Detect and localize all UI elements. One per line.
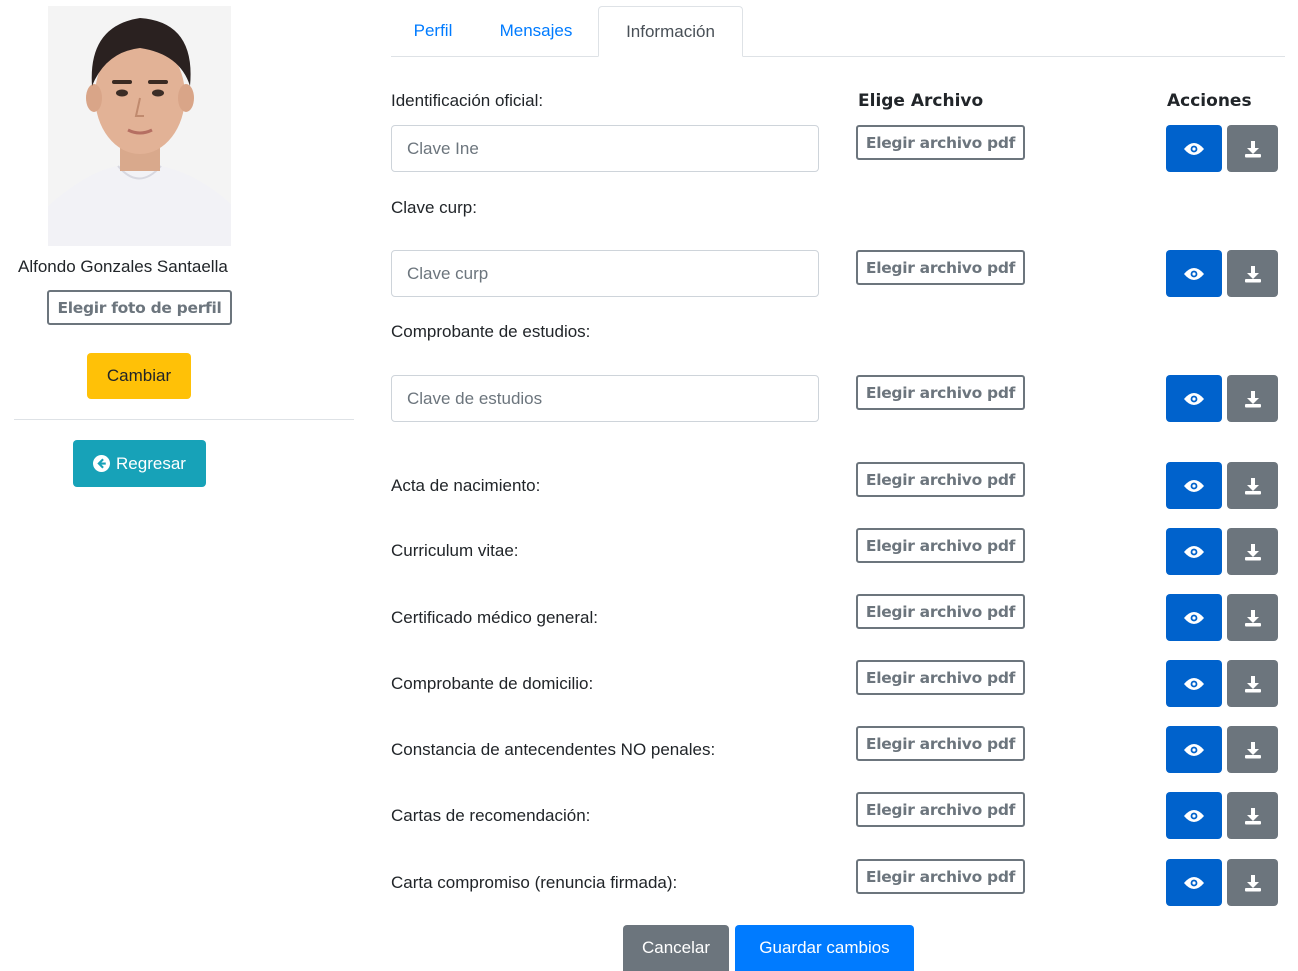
download-button[interactable]: [1227, 859, 1278, 906]
download-icon: [1244, 265, 1261, 282]
view-button[interactable]: [1166, 660, 1222, 707]
eye-icon: [1184, 611, 1204, 624]
download-icon: [1244, 543, 1261, 560]
doc-label-carta-compromiso: Carta compromiso (renuncia firmada):: [391, 873, 678, 892]
download-icon: [1244, 807, 1261, 824]
download-icon: [1244, 140, 1261, 157]
doc-label-curriculum: Curriculum vitae:: [391, 541, 519, 560]
choose-pdf-button[interactable]: Elegir archivo pdf: [856, 594, 1025, 629]
tab-informacion[interactable]: Información: [598, 6, 743, 57]
tab-mensajes[interactable]: Mensajes: [481, 6, 591, 56]
tab-perfil[interactable]: Perfil: [397, 6, 469, 56]
eye-icon: [1184, 479, 1204, 492]
view-button[interactable]: [1166, 462, 1222, 509]
download-button[interactable]: [1227, 792, 1278, 839]
choose-pdf-button[interactable]: Elegir archivo pdf: [856, 859, 1025, 894]
profile-photo: [48, 6, 231, 246]
eye-icon: [1184, 545, 1204, 558]
view-button[interactable]: [1166, 250, 1222, 297]
choose-pdf-button[interactable]: Elegir archivo pdf: [856, 528, 1025, 563]
doc-label-constancia: Constancia de antecendentes NO penales:: [391, 740, 716, 759]
download-icon: [1244, 741, 1261, 758]
choose-pdf-button[interactable]: Elegir archivo pdf: [856, 660, 1025, 695]
doc-label-estudios: Comprobante de estudios:: [391, 322, 591, 341]
eye-icon: [1184, 267, 1204, 280]
view-button[interactable]: [1166, 594, 1222, 641]
sidebar-divider: [14, 419, 354, 420]
download-button[interactable]: [1227, 125, 1278, 172]
change-photo-button[interactable]: Cambiar: [87, 353, 191, 399]
download-button[interactable]: [1227, 528, 1278, 575]
choose-pdf-button[interactable]: Elegir archivo pdf: [856, 726, 1025, 761]
user-name: Alfondo Gonzales Santaella: [18, 257, 228, 276]
download-button[interactable]: [1227, 660, 1278, 707]
download-button[interactable]: [1227, 594, 1278, 641]
download-button[interactable]: [1227, 462, 1278, 509]
doc-label-curp: Clave curp:: [391, 198, 477, 217]
download-button[interactable]: [1227, 726, 1278, 773]
download-icon: [1244, 390, 1261, 407]
view-button[interactable]: [1166, 375, 1222, 422]
choose-pdf-button[interactable]: Elegir archivo pdf: [856, 250, 1025, 285]
download-button[interactable]: [1227, 250, 1278, 297]
download-icon: [1244, 675, 1261, 692]
eye-icon: [1184, 876, 1204, 889]
doc-label-cartas: Cartas de recomendación:: [391, 806, 591, 825]
back-button[interactable]: Regresar: [73, 440, 206, 487]
download-icon: [1244, 609, 1261, 626]
view-button[interactable]: [1166, 528, 1222, 575]
choose-pdf-button[interactable]: Elegir archivo pdf: [856, 125, 1025, 160]
download-icon: [1244, 477, 1261, 494]
view-button[interactable]: [1166, 859, 1222, 906]
view-button[interactable]: [1166, 125, 1222, 172]
ine-input[interactable]: [391, 125, 819, 172]
choose-pdf-button[interactable]: Elegir archivo pdf: [856, 792, 1025, 827]
doc-label-domicilio: Comprobante de domicilio:: [391, 674, 594, 693]
doc-label-identificacion: Identificación oficial:: [391, 91, 544, 110]
curp-input[interactable]: [391, 250, 819, 297]
eye-icon: [1184, 677, 1204, 690]
tabs-border: [391, 56, 1285, 57]
choose-pdf-button[interactable]: Elegir archivo pdf: [856, 462, 1025, 497]
back-button-label: Regresar: [116, 453, 186, 473]
download-icon: [1244, 874, 1261, 891]
view-button[interactable]: [1166, 726, 1222, 773]
view-button[interactable]: [1166, 792, 1222, 839]
cancel-button[interactable]: Cancelar: [623, 925, 729, 971]
doc-label-acta: Acta de nacimiento:: [391, 476, 541, 495]
actions-column-header: Acciones: [1167, 91, 1252, 111]
eye-icon: [1184, 743, 1204, 756]
file-column-header: Elige Archivo: [858, 91, 984, 111]
arrow-circle-left-icon: [93, 455, 111, 472]
eye-icon: [1184, 809, 1204, 822]
choose-profile-photo-button[interactable]: Elegir foto de perfil: [47, 290, 232, 325]
eye-icon: [1184, 142, 1204, 155]
estudios-input[interactable]: [391, 375, 819, 422]
save-changes-button[interactable]: Guardar cambios: [735, 925, 914, 971]
doc-label-certificado: Certificado médico general:: [391, 608, 598, 627]
choose-pdf-button[interactable]: Elegir archivo pdf: [856, 375, 1025, 410]
eye-icon: [1184, 392, 1204, 405]
download-button[interactable]: [1227, 375, 1278, 422]
